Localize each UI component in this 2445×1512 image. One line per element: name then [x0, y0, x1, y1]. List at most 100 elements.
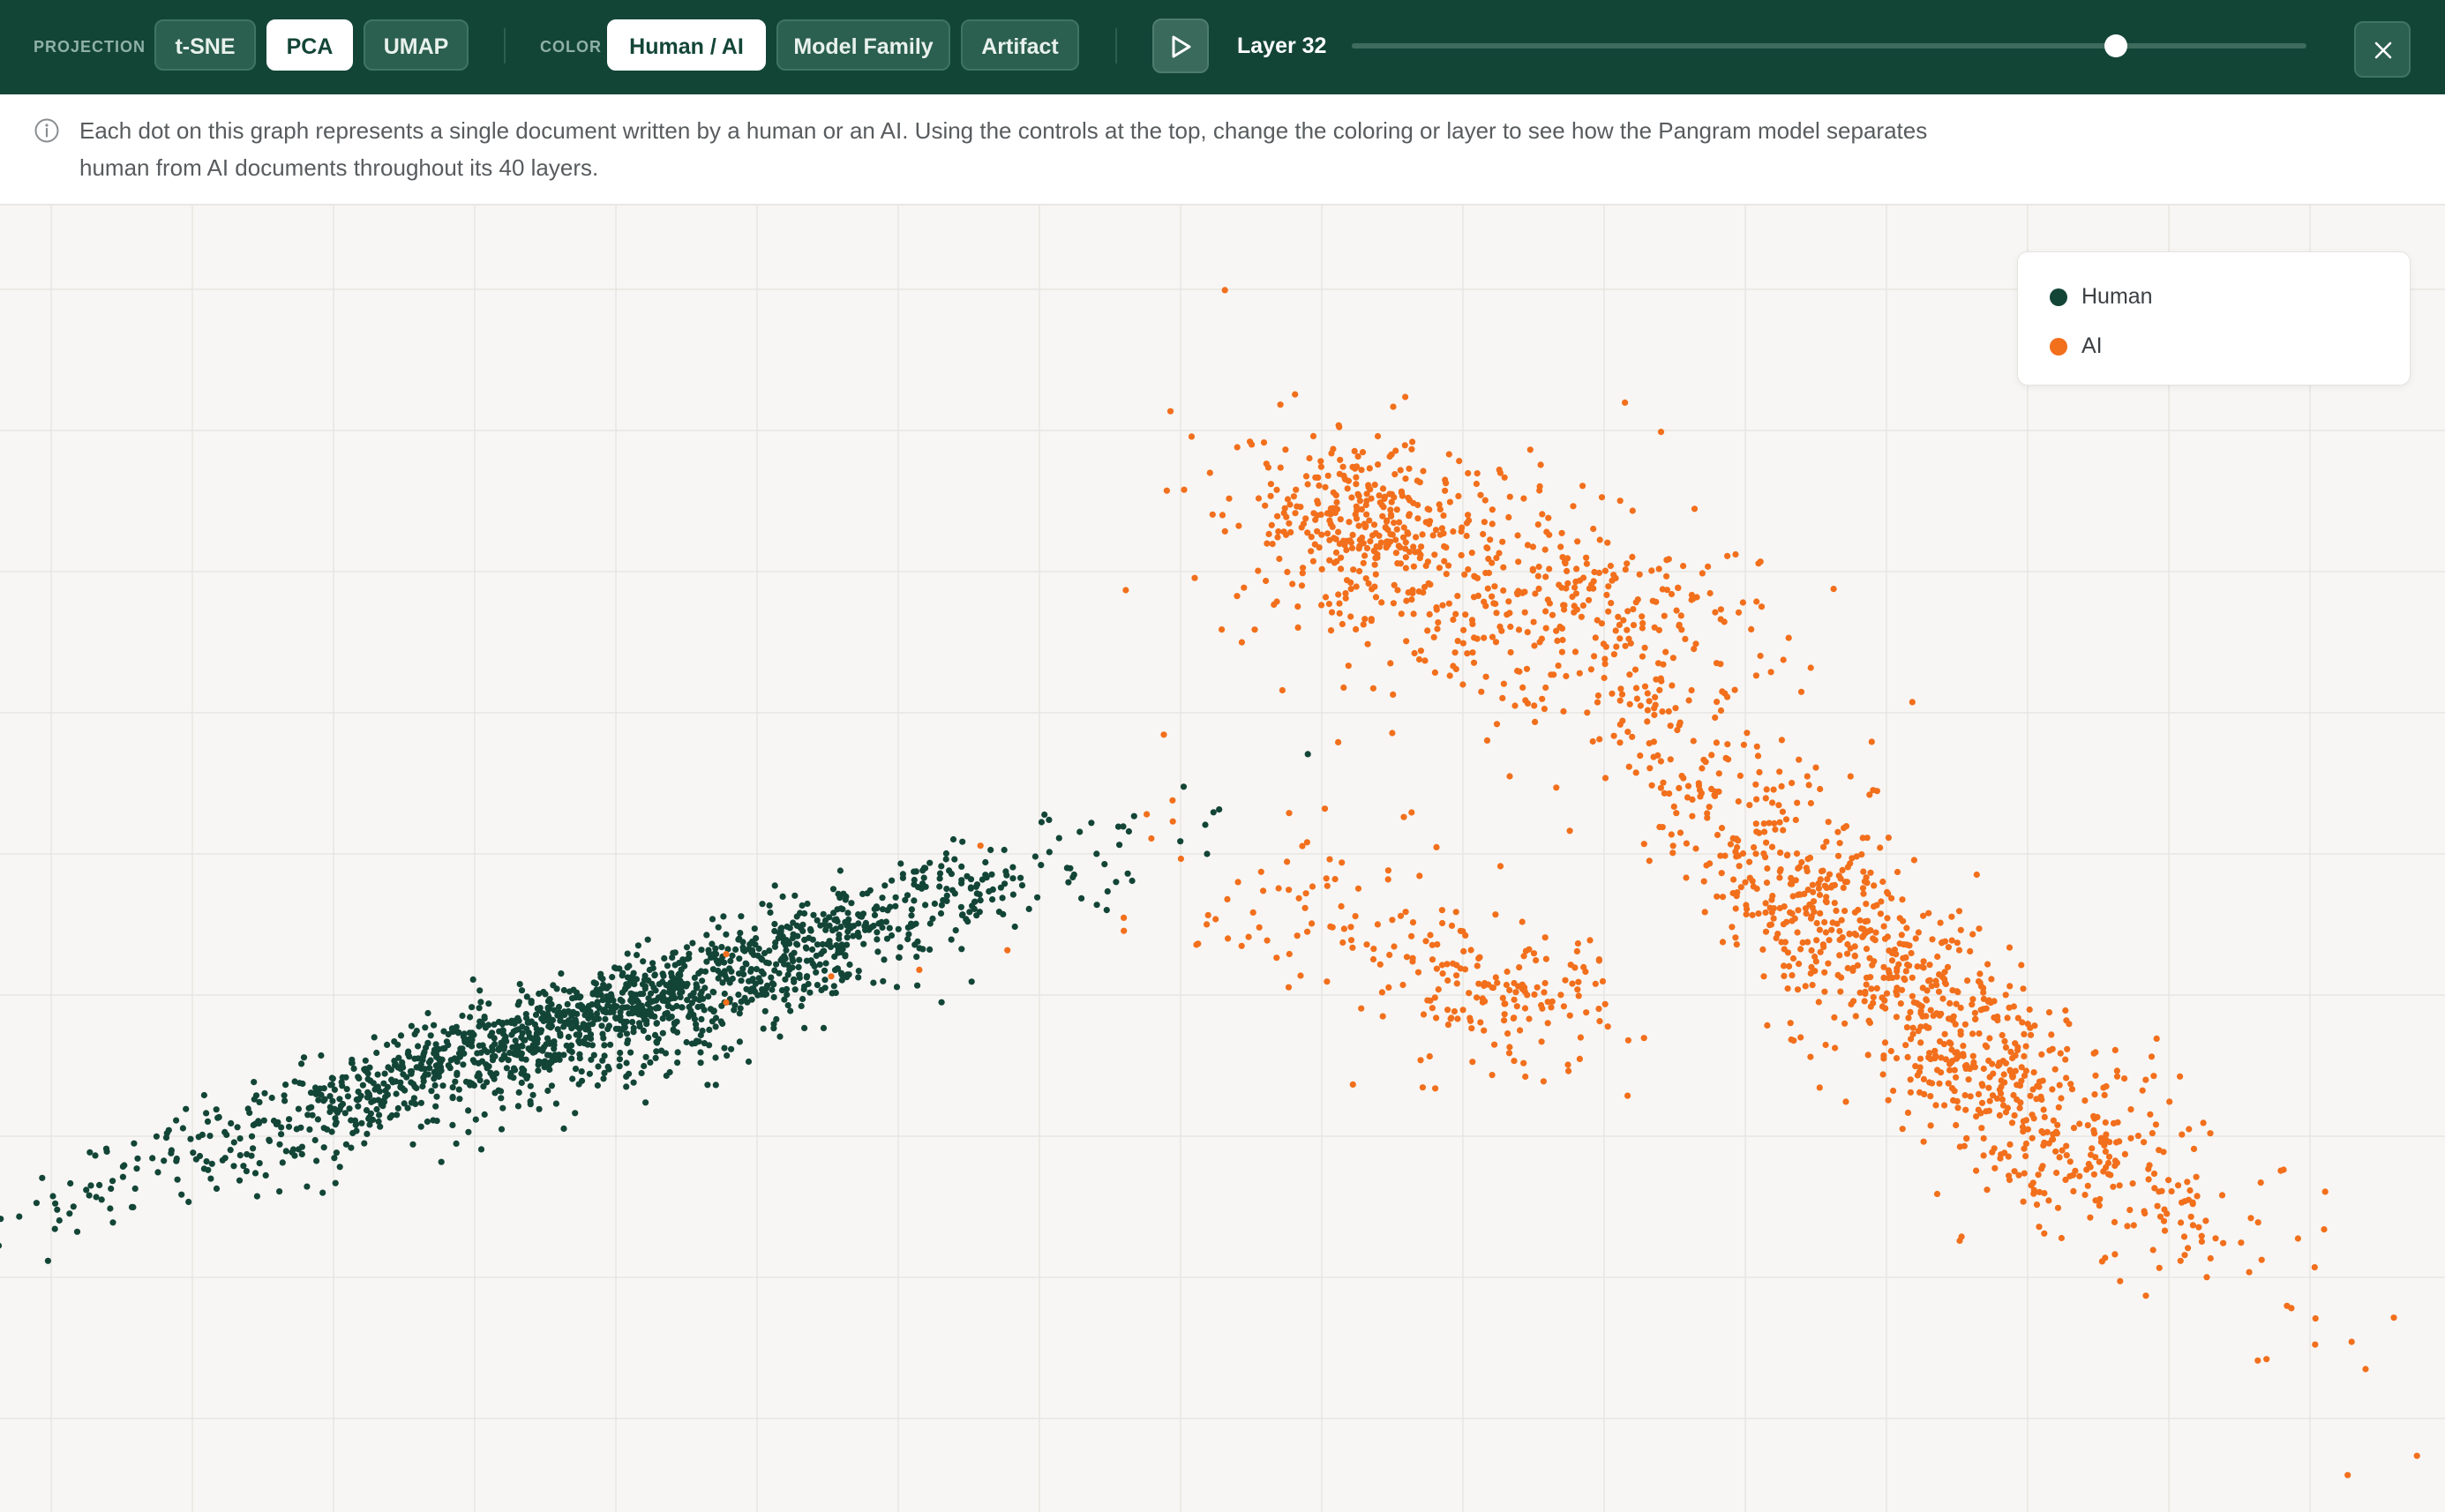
ai-point	[1839, 866, 1846, 874]
ai-point	[1863, 901, 1870, 908]
ai-point	[1531, 702, 1538, 709]
human-point	[370, 1080, 377, 1087]
human-point	[422, 1024, 429, 1031]
layer-slider-thumb[interactable]	[2104, 34, 2127, 57]
ai-point	[1999, 1031, 2006, 1039]
human-point	[213, 1106, 220, 1113]
ai-point	[1927, 1122, 1934, 1129]
human-point	[332, 1121, 339, 1128]
ai-point	[1595, 956, 1602, 963]
human-point	[674, 1049, 681, 1056]
ai-point	[1908, 949, 1915, 957]
ai-point	[2084, 1182, 2091, 1189]
ai-point	[1860, 890, 1867, 897]
ai-point	[1624, 729, 1631, 736]
ai-point	[1327, 511, 1334, 518]
human-point	[662, 1050, 670, 1057]
human-point	[401, 1100, 408, 1107]
ai-point	[1757, 558, 1764, 565]
ai-point	[1909, 699, 1916, 706]
human-point	[968, 978, 975, 985]
human-point	[278, 1131, 285, 1138]
human-point	[703, 958, 710, 965]
ai-point	[2362, 1366, 2369, 1373]
human-point	[837, 905, 844, 912]
ai-point	[1576, 577, 1584, 584]
human-point	[572, 1016, 579, 1023]
human-point	[663, 1072, 670, 1080]
human-point	[331, 1155, 338, 1162]
ai-point	[977, 842, 984, 850]
human-point	[767, 909, 774, 917]
human-point	[342, 1141, 349, 1148]
ai-point	[1365, 483, 1372, 490]
ai-point	[1659, 708, 1666, 715]
ai-point	[1973, 1113, 1980, 1120]
human-point	[591, 1015, 598, 1022]
ai-point	[1526, 1015, 1533, 1022]
ai-point	[1616, 739, 1624, 746]
human-point	[601, 1042, 608, 1049]
projection-tsne-button[interactable]: t-SNE	[154, 19, 256, 71]
projection-umap-button[interactable]: UMAP	[364, 19, 469, 71]
human-point	[500, 1052, 508, 1059]
ai-point	[1692, 845, 1699, 852]
human-point	[149, 1155, 156, 1162]
human-point	[737, 930, 744, 937]
human-point	[617, 1031, 624, 1039]
ai-point	[2139, 1087, 2146, 1094]
ai-point	[1589, 737, 1596, 745]
projection-pca-button[interactable]: PCA	[266, 19, 353, 71]
human-point	[457, 1045, 464, 1052]
ai-point	[1221, 287, 1228, 294]
ai-point	[1739, 599, 1746, 606]
ai-point	[1984, 961, 1991, 968]
human-point	[784, 923, 791, 931]
human-point	[926, 920, 934, 927]
close-button[interactable]	[2354, 21, 2411, 78]
ai-point	[1902, 968, 1909, 975]
ai-point	[1744, 730, 1751, 737]
play-button[interactable]	[1152, 19, 1209, 73]
ai-point	[1286, 520, 1293, 527]
ai-point	[2103, 1136, 2110, 1143]
human-point	[661, 954, 668, 962]
ai-point	[1903, 924, 1910, 932]
ai-point	[1514, 532, 1521, 539]
ai-point	[1732, 905, 1739, 912]
ai-point	[2166, 1098, 2173, 1105]
ai-point	[1622, 642, 1629, 649]
human-point	[519, 1029, 526, 1037]
human-point	[623, 1083, 630, 1090]
ai-point	[2348, 1338, 2355, 1345]
ai-point	[1481, 634, 1488, 641]
layer-slider[interactable]	[1352, 34, 2306, 57]
ai-point	[1347, 937, 1355, 944]
ai-point	[1439, 602, 1446, 609]
ai-point	[1675, 584, 1682, 591]
ai-point	[1727, 841, 1734, 848]
color-model-family-button[interactable]: Model Family	[776, 19, 950, 71]
color-artifact-button[interactable]: Artifact	[961, 19, 1079, 71]
ai-point	[1224, 895, 1231, 903]
human-point	[951, 856, 958, 863]
ai-point	[1766, 922, 1774, 929]
ai-point	[1453, 972, 1460, 979]
ai-point	[1759, 946, 1766, 953]
ai-point	[1529, 543, 1536, 550]
ai-point	[1403, 597, 1410, 604]
ai-point	[1669, 655, 1676, 662]
human-point	[476, 1077, 484, 1084]
human-point	[986, 887, 993, 895]
ai-point	[1636, 571, 1643, 578]
ai-point	[1712, 714, 1719, 722]
ai-point	[1501, 1011, 1508, 1018]
human-point	[989, 896, 996, 903]
ai-point	[1302, 515, 1309, 522]
human-point	[460, 1061, 467, 1068]
color-human-ai-button[interactable]: Human / AI	[607, 19, 766, 71]
human-point	[499, 1104, 506, 1112]
ai-point	[1443, 571, 1450, 578]
human-point	[721, 990, 728, 998]
ai-point	[1367, 538, 1374, 545]
